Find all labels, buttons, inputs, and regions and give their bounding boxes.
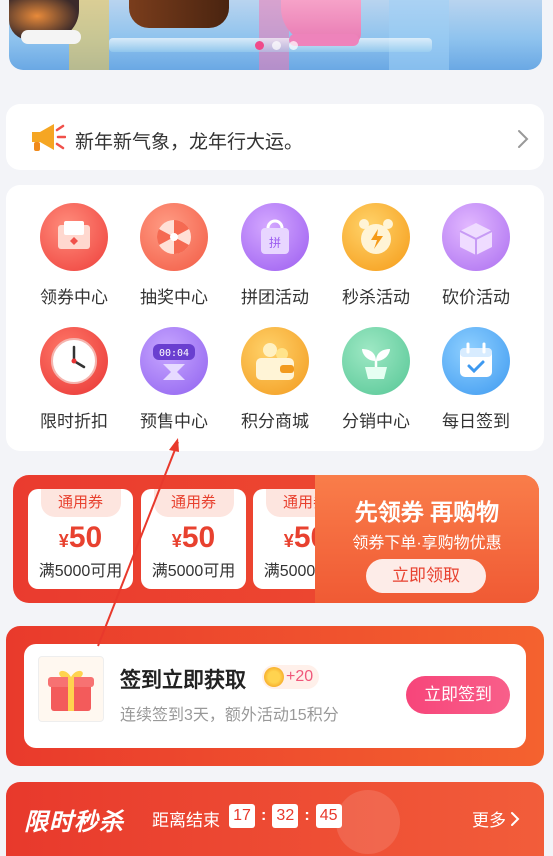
coupon-tag: 通用券	[40, 489, 121, 517]
carousel-dot[interactable]	[289, 41, 298, 50]
sign-in-title: 签到立即获取	[120, 669, 246, 692]
claim-coupon-button[interactable]: 立即领取	[366, 559, 486, 593]
points-badge: +20	[262, 665, 320, 689]
coupon-title: 先领券 再购物	[354, 499, 500, 525]
coupon-ticket[interactable]: 通用券 ¥50 满5000可用	[28, 489, 133, 589]
grid-item-label: 拼团活动	[241, 288, 309, 307]
carousel-dots[interactable]	[255, 41, 298, 50]
coupon-tag: 通用券	[153, 489, 234, 517]
flash-sale-logo: 限时秒杀	[24, 809, 124, 836]
flash-sale-header: 限时秒杀 距离结束 17 : 32 : 45 更多	[6, 782, 544, 856]
countdown-seconds: 45	[315, 804, 342, 828]
coin-icon	[264, 667, 284, 687]
countdown-timer: 17 : 32 : 45	[229, 804, 342, 828]
sign-in-button[interactable]: 立即签到	[406, 676, 510, 714]
more-link[interactable]: 更多	[472, 806, 520, 831]
grid-item-label: 抽奖中心	[140, 288, 208, 307]
grid-item-bargain[interactable]: 砍价活动	[426, 203, 526, 308]
clock-icon	[40, 327, 108, 395]
grid-item-distribution[interactable]: 分销中心	[326, 327, 426, 432]
sign-in-card: 签到立即获取 +20 连续签到3天，额外活动15积分 立即签到	[24, 644, 526, 748]
box-icon	[442, 203, 510, 271]
grid-item-label: 每日签到	[442, 412, 510, 431]
plant-icon	[342, 327, 410, 395]
hourglass-icon: 00:04	[140, 327, 208, 395]
grid-item-group-buy[interactable]: 拼 拼团活动	[225, 203, 325, 308]
countdown-label: 距离结束	[152, 811, 220, 830]
calendar-check-icon	[442, 327, 510, 395]
grid-item-daily-sign-in[interactable]: 每日签到	[426, 327, 526, 432]
alarm-clock-icon	[342, 203, 410, 271]
grid-item-label: 领券中心	[40, 288, 108, 307]
coupon-ticket[interactable]: 通用券 ¥50 满5000可用	[141, 489, 246, 589]
pink-heel-sole	[289, 34, 359, 46]
grid-item-label: 秒杀活动	[342, 288, 410, 307]
hero-banner[interactable]	[9, 0, 542, 70]
megaphone-icon	[28, 120, 67, 159]
grid-item-lottery-center[interactable]: 抽奖中心	[124, 203, 224, 308]
grid-item-presale[interactable]: 00:04 预售中心	[124, 327, 224, 432]
countdown-minutes: 32	[272, 804, 299, 828]
gift-box-icon	[38, 656, 104, 722]
banner-decoration	[389, 0, 449, 70]
boot-image	[129, 0, 229, 28]
coupon-condition: 满5000可用	[151, 563, 236, 580]
grid-item-limited-discount[interactable]: 限时折扣	[24, 327, 124, 432]
coupon-icon	[40, 203, 108, 271]
points-value: +20	[286, 668, 314, 685]
carousel-dot[interactable]	[255, 41, 264, 50]
grid-item-flash-sale[interactable]: 秒杀活动	[326, 203, 426, 308]
coupon-subtitle: 领券下单·享购物优惠	[352, 535, 502, 552]
grid-item-label: 积分商城	[241, 412, 309, 431]
group-buy-bag-icon: 拼	[241, 203, 309, 271]
grid-item-label: 预售中心	[140, 412, 208, 431]
grid-item-label: 限时折扣	[40, 412, 108, 431]
coupon-condition: 满5000可用	[38, 563, 123, 580]
sneaker-sole-image	[21, 30, 81, 44]
chevron-right-icon[interactable]	[516, 128, 530, 155]
countdown-separator: :	[261, 807, 267, 824]
lottery-wheel-icon	[140, 203, 208, 271]
svg-text:拼: 拼	[269, 236, 281, 250]
wallet-coins-icon	[241, 327, 309, 395]
notice-bar[interactable]: 新年新气象，龙年行大运。	[6, 104, 544, 170]
alarm-clock-icon	[336, 790, 400, 854]
presale-digital-display: 00:04	[159, 348, 189, 359]
sign-in-section: 签到立即获取 +20 连续签到3天，额外活动15积分 立即签到	[6, 626, 544, 766]
coupon-amount: ¥50	[171, 521, 216, 554]
grid-item-label: 砍价活动	[442, 288, 510, 307]
grid-item-label: 分销中心	[342, 412, 410, 431]
grid-item-coupon-center[interactable]: 领券中心	[24, 203, 124, 308]
sign-in-description: 连续签到3天，额外活动15积分	[120, 707, 339, 724]
countdown-separator: :	[304, 807, 310, 824]
carousel-dot[interactable]	[272, 41, 281, 50]
countdown-hours: 17	[229, 804, 255, 828]
notice-text: 新年新气象，龙年行大运。	[75, 132, 304, 153]
coupon-amount: ¥50	[58, 521, 103, 554]
chevron-right-icon	[511, 811, 520, 826]
more-label: 更多	[472, 811, 506, 830]
coupon-section: 通用券 ¥50 满5000可用 通用券 ¥50 满5000可用 通用券 ¥50 …	[13, 475, 539, 603]
grid-item-points-mall[interactable]: 积分商城	[225, 327, 325, 432]
function-grid: 领券中心 抽奖中心 拼 拼团活动 秒杀活动 砍价活动 限时折扣 00:04 预售…	[6, 185, 544, 451]
